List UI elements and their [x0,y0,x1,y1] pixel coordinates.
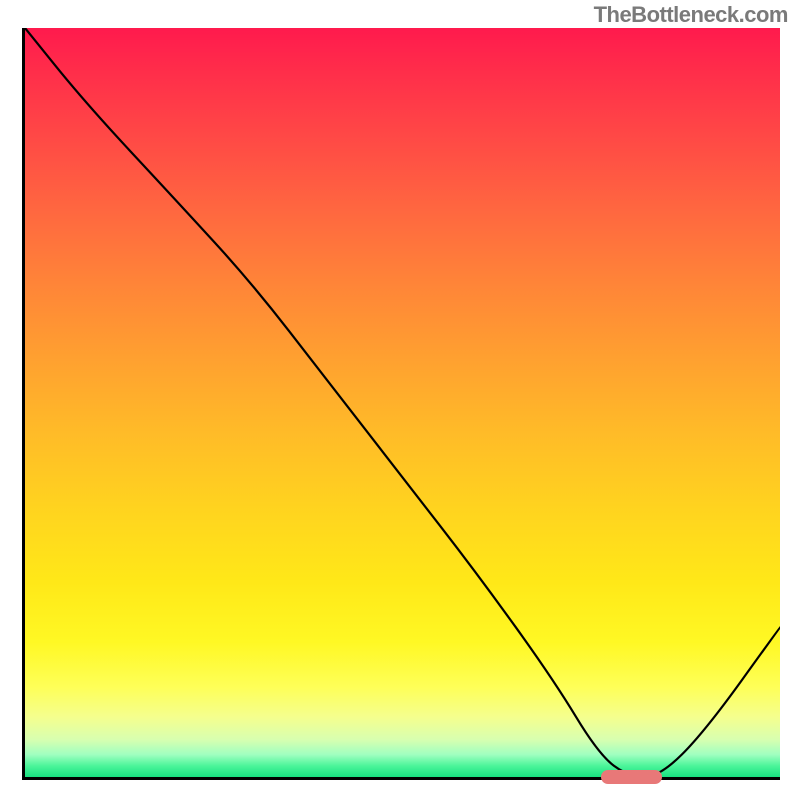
chart-curve-svg [25,28,780,777]
optimal-range-marker [601,770,662,784]
bottleneck-curve-line [25,28,780,777]
watermark-text: TheBottleneck.com [594,2,788,28]
chart-plot-area [22,28,780,780]
